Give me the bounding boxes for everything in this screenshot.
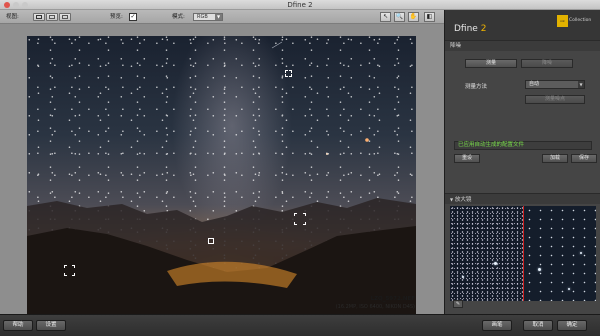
cancel-button[interactable]: 取消 <box>523 320 553 331</box>
background-color-button[interactable]: ◧ <box>424 12 435 22</box>
photo-preview[interactable] <box>27 36 416 317</box>
image-info: (16.2MP, ISO 6400, NIKON D4S) <box>335 304 415 310</box>
hand-icon: ✋ <box>409 13 418 20</box>
noise-reduction-section-header[interactable]: 降噪 <box>445 40 600 51</box>
loupe-pin-button[interactable]: ✎ <box>453 300 463 308</box>
view-label: 视图: <box>6 14 19 20</box>
single-view-icon <box>36 15 42 19</box>
noise-sample-marker[interactable] <box>208 238 214 244</box>
profile-status: 已应用自动生成的配置文件 <box>454 141 592 150</box>
fill-color-icon: ◧ <box>426 13 433 20</box>
preview-checkbox[interactable]: ✓ <box>129 13 137 21</box>
preview-label: 预览: <box>110 14 123 20</box>
loupe-split-line[interactable] <box>523 206 524 301</box>
measure-noise-button[interactable]: 测量噪点 <box>525 95 585 104</box>
brush-button[interactable]: 画笔 <box>482 320 512 331</box>
star <box>494 262 497 265</box>
collapse-triangle-icon: ▼ <box>450 197 454 202</box>
measure-tab-button[interactable]: 测量 <box>465 59 517 68</box>
chevron-down-icon: ▼ <box>215 14 222 20</box>
noise-sample-marker[interactable] <box>64 265 75 276</box>
nik-collection-logo: nik Collection <box>557 15 595 27</box>
collection-badge-text: Collection <box>569 18 592 23</box>
control-panel: Dfine 2 nik Collection 降噪 测量 降噪 测量方法 自动 … <box>444 10 600 314</box>
loupe-section-header[interactable]: ▼ 放大镜 <box>445 193 600 204</box>
loupe-processed-half <box>524 206 596 301</box>
magnifier-icon: 🔍 <box>395 13 404 20</box>
panel-header: Dfine 2 nik Collection <box>445 10 600 40</box>
star <box>462 276 464 278</box>
app-version: 2 <box>480 24 487 34</box>
nik-logo-icon: nik <box>557 15 568 27</box>
app-name: Dfine 2 <box>454 24 486 34</box>
mountain-silhouette <box>27 41 416 317</box>
title-bar: Dfine 2 <box>0 0 600 10</box>
split-view-icon <box>49 15 55 19</box>
noise-sample-marker[interactable] <box>294 213 306 225</box>
star <box>538 268 541 271</box>
bottom-bar: 帮助 设置 画笔 取消 确定 <box>0 314 600 336</box>
split-view-button[interactable] <box>46 13 58 21</box>
pan-tool-button[interactable]: ✋ <box>408 12 419 22</box>
method-select[interactable]: 自动 ▼ <box>525 80 585 89</box>
mode-label: 模式: <box>172 14 185 20</box>
zoom-tool-button[interactable]: 🔍 <box>394 12 405 22</box>
reset-button[interactable]: 重设 <box>454 154 480 163</box>
arrow-pointer-icon: ↖ <box>382 13 389 20</box>
settings-button[interactable]: 设置 <box>36 320 66 331</box>
side-by-side-view-icon <box>62 15 68 19</box>
method-select-value: 自动 <box>529 81 540 87</box>
load-button[interactable]: 加载 <box>542 154 568 163</box>
loupe-original-half <box>450 206 524 301</box>
reduce-tab-button[interactable]: 降噪 <box>521 59 573 68</box>
dfine-window: Dfine 2 视图: 预览: ✓ 模式: RGB ▼ ↖ 🔍 ✋ ◧ LZQ_… <box>0 0 600 336</box>
mode-select[interactable]: RGB ▼ <box>193 13 223 21</box>
side-by-side-view-button[interactable] <box>59 13 71 21</box>
mode-select-value: RGB <box>197 14 208 20</box>
save-button[interactable]: 保存 <box>571 154 597 163</box>
loupe-view[interactable] <box>450 206 596 301</box>
ok-button[interactable]: 确定 <box>557 320 587 331</box>
pin-icon: ✎ <box>455 301 461 307</box>
window-title: Dfine 2 <box>287 1 313 9</box>
star <box>568 288 570 290</box>
image-filename: LZQ_5972.NEF <box>370 296 415 302</box>
app-name-text: Dfine <box>454 24 478 34</box>
hand-tool-button[interactable]: ↖ <box>380 12 391 22</box>
method-label: 测量方法 <box>465 84 488 90</box>
loupe-section-title: 放大镜 <box>454 197 472 203</box>
noise-sample-marker[interactable] <box>285 70 292 77</box>
single-view-button[interactable] <box>33 13 45 21</box>
chevron-down-icon: ▼ <box>578 81 584 88</box>
star <box>580 252 582 254</box>
preview-area[interactable]: LZQ_5972.NEF (16.2MP, ISO 6400, NIKON D4… <box>0 24 444 317</box>
help-button[interactable]: 帮助 <box>3 320 33 331</box>
